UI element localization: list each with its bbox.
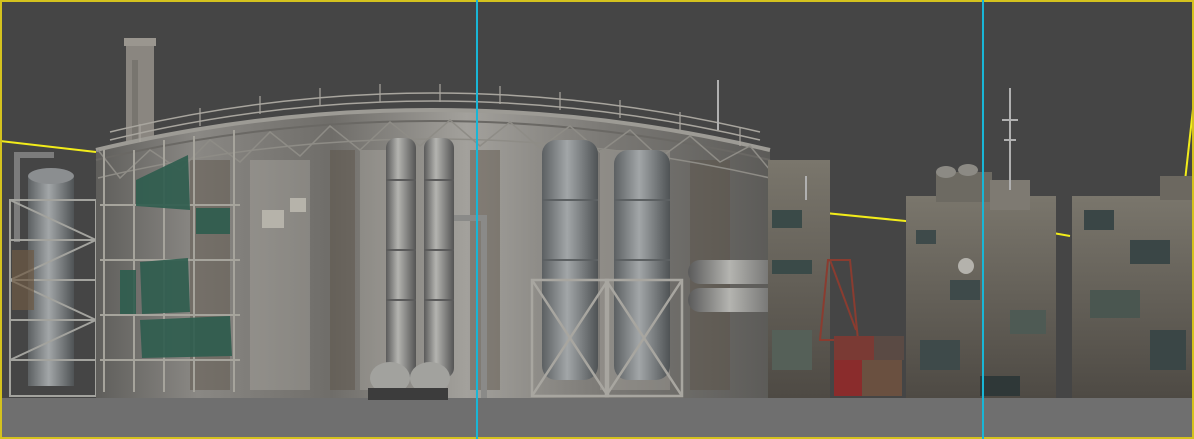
shanty-buildings[interactable] — [768, 160, 1194, 398]
scene-render[interactable] — [0, 0, 1194, 439]
distillation-column[interactable] — [9, 152, 97, 397]
3d-viewport[interactable] — [0, 0, 1194, 439]
ground-plane — [0, 398, 1194, 439]
cargo-containers[interactable] — [834, 336, 904, 396]
